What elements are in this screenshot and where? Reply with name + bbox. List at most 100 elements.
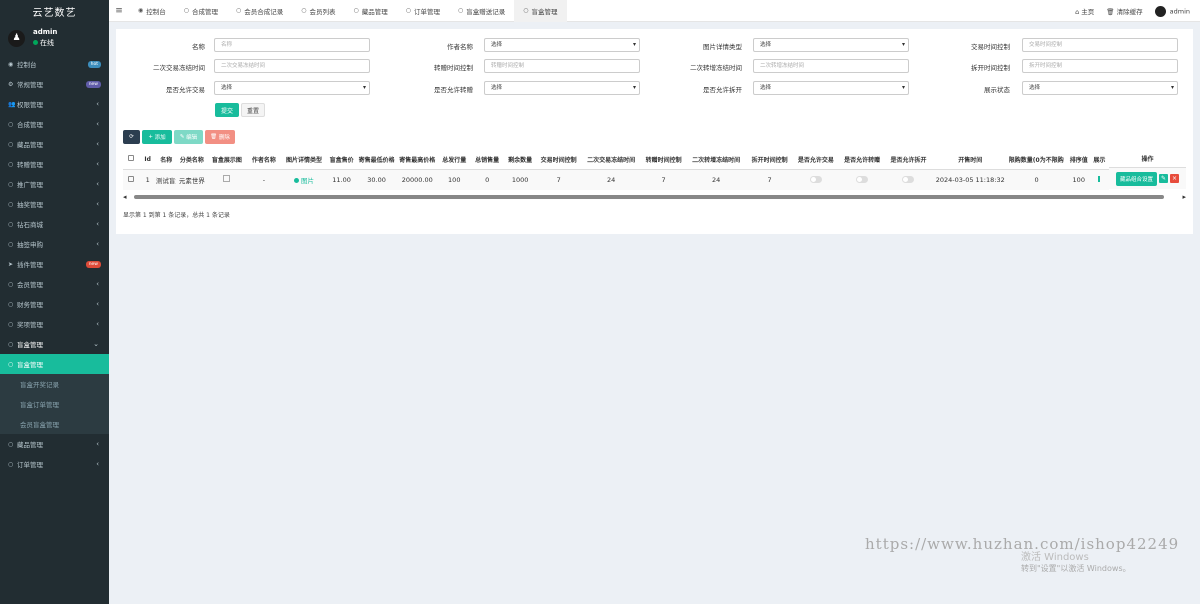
horizontal-scrollbar[interactable]: ◂ ▸ <box>123 193 1186 201</box>
tab[interactable]: ○ 会员列表 <box>292 0 344 22</box>
circle-icon: ○ <box>458 7 464 14</box>
submit-button[interactable]: 提交 <box>215 103 239 117</box>
chevron-icon: ‹ <box>96 240 99 248</box>
sidebar-item[interactable]: ○ 财务管理 ‹ <box>0 294 109 314</box>
user-status: 在线 <box>33 38 57 48</box>
column-header[interactable]: 图片详情类型 <box>281 150 327 170</box>
sidebar-item[interactable]: ➤ 插件管理 new <box>0 254 109 274</box>
column-header[interactable]: 寄售最高价格 <box>396 150 438 170</box>
column-header[interactable]: 是否允许转赠 <box>839 150 886 170</box>
column-header[interactable]: 总发行量 <box>437 150 471 170</box>
clear-cache-link[interactable]: 🗑 清除缓存 <box>1106 6 1142 16</box>
column-header[interactable]: 二次转增冻结时间 <box>685 150 747 170</box>
tab[interactable]: ○ 合成管理 <box>175 0 227 22</box>
tab[interactable]: ○ 订单管理 <box>397 0 449 22</box>
tab[interactable]: ○ 盲盒赠送记录 <box>449 0 514 22</box>
broken-image-icon[interactable] <box>223 175 231 183</box>
sidebar-item[interactable]: ○ 抽签申购 ‹ <box>0 234 109 254</box>
edit-button[interactable]: ✎ 编辑 <box>174 130 203 144</box>
sidebar-item[interactable]: ○ 藏品管理 ‹ <box>0 134 109 154</box>
filter-select[interactable]: 选择 <box>484 81 640 95</box>
delete-button[interactable]: 🗑 删除 <box>205 130 235 144</box>
sidebar-item[interactable]: ⚙ 常规管理 new <box>0 74 109 94</box>
column-header[interactable]: 交易时间控制 <box>536 150 581 170</box>
sidebar-item[interactable]: ○ 合成管理 ‹ <box>0 114 109 134</box>
circle-icon: ○ <box>8 220 14 228</box>
column-header[interactable]: 二次交易冻结时间 <box>580 150 642 170</box>
sidebar-item[interactable]: 👥 权限管理 ‹ <box>0 94 109 114</box>
sidebar-item[interactable]: ○ 转赠管理 ‹ <box>0 154 109 174</box>
sidebar-item[interactable]: 会员盲盒管理 <box>0 414 109 434</box>
circle-icon: ○ <box>8 120 14 128</box>
refresh-button[interactable]: ⟳ <box>123 130 140 144</box>
table-row[interactable]: 1测试盲盒元素世界-图片11.0030.0020000.001000100072… <box>123 169 1186 190</box>
chevron-icon: ‹ <box>96 120 99 128</box>
home-link[interactable]: ⌂ 主页 <box>1075 6 1094 16</box>
filter-input[interactable]: 名称 <box>214 38 370 52</box>
allow-gift-toggle[interactable] <box>856 176 869 184</box>
allow-open-toggle[interactable] <box>902 176 915 184</box>
add-button[interactable]: + 添加 <box>142 130 172 144</box>
sidebar-item[interactable]: ○ 抽奖管理 ‹ <box>0 194 109 214</box>
sidebar-item[interactable]: ○ 订单管理 ‹ <box>0 454 109 474</box>
select-all-checkbox[interactable] <box>128 155 135 162</box>
filter-select[interactable]: 选择 <box>753 81 909 95</box>
scrollbar-thumb[interactable] <box>134 195 1164 199</box>
column-header[interactable]: 拆开时间控制 <box>746 150 793 170</box>
sidebar-item[interactable]: ○ 藏品管理 ‹ <box>0 434 109 454</box>
row-edit-icon[interactable]: ✎ <box>1159 174 1168 183</box>
column-header[interactable]: 分类名称 <box>176 150 208 170</box>
column-header[interactable]: 名称 <box>155 150 177 170</box>
tab[interactable]: ○ 盲盒管理 <box>514 0 567 22</box>
column-header[interactable]: 开售时间 <box>931 150 1009 170</box>
tab[interactable]: ○ 会员合成记录 <box>227 0 292 22</box>
tab[interactable]: ○ 藏品管理 <box>345 0 397 22</box>
column-header[interactable]: 剩余数量 <box>503 150 537 170</box>
sidebar-item[interactable]: ○ 推广管理 ‹ <box>0 174 109 194</box>
sidebar-item[interactable]: ○ 钻石商城 ‹ <box>0 214 109 234</box>
filter-select[interactable]: 选择 <box>1022 81 1178 95</box>
table-cell <box>207 169 247 190</box>
sidebar-item[interactable]: ○ 盲盒管理 ⌄ <box>0 334 109 354</box>
column-header[interactable]: 是否允许拆开 <box>885 150 932 170</box>
table-cell: - <box>246 169 282 190</box>
sidebar-item[interactable]: ○ 盲盒管理 <box>0 354 109 374</box>
allow-trade-toggle[interactable] <box>809 176 822 184</box>
column-header[interactable]: 转赠时间控制 <box>641 150 686 170</box>
user-menu[interactable]: admin <box>1154 5 1190 17</box>
column-header[interactable]: 盲盒展示图 <box>207 150 247 170</box>
column-header[interactable]: 展示 <box>1093 150 1106 170</box>
column-header[interactable]: 限购数量(0为不限购) <box>1008 150 1065 170</box>
filter-input[interactable]: 拆开时间控制 <box>1022 59 1178 73</box>
combo-setting-button[interactable]: 藏品组合设置 <box>1115 171 1157 186</box>
app-logo[interactable]: 云艺数艺 <box>0 0 109 22</box>
scroll-right-icon[interactable]: ▸ <box>1182 193 1186 201</box>
tab[interactable]: ◉ 控制台 <box>129 0 175 22</box>
sidebar-item[interactable]: ○ 奖项管理 ‹ <box>0 314 109 334</box>
column-header[interactable]: 寄售最低价格 <box>356 150 397 170</box>
sidebar-item[interactable]: ◉ 控制台 hot <box>0 54 109 74</box>
activate-windows-hint: 转到"设置"以激活 Windows。 <box>1021 564 1131 573</box>
filter-select[interactable]: 选择 <box>214 81 370 95</box>
filter-input[interactable]: 二次转增冻结时间 <box>753 59 909 73</box>
column-header[interactable]: 盲盒售价 <box>326 150 357 170</box>
filter-input[interactable]: 二次交易冻结时间 <box>214 59 370 73</box>
column-header[interactable]: 是否允许交易 <box>792 150 840 170</box>
row-delete-icon[interactable]: × <box>1170 174 1179 183</box>
sidebar-item[interactable]: 盲盒订单管理 <box>0 394 109 414</box>
column-header[interactable]: 作者名称 <box>246 150 282 170</box>
sidebar-item[interactable]: ○ 会员管理 ‹ <box>0 274 109 294</box>
filter-input[interactable]: 交易时间控制 <box>1022 38 1178 52</box>
column-header[interactable]: 总销售量 <box>470 150 504 170</box>
filter-select[interactable]: 选择 <box>753 38 909 52</box>
filter-input[interactable]: 转赠时间控制 <box>484 59 640 73</box>
hamburger-menu-icon[interactable]: ≡ <box>109 6 129 16</box>
filter-select[interactable]: 选择 <box>484 38 640 52</box>
column-header[interactable]: Id <box>139 150 156 170</box>
reset-button[interactable]: 重置 <box>241 103 265 117</box>
chevron-icon: ‹ <box>96 460 99 468</box>
sidebar-item[interactable]: 盲盒开奖记录 <box>0 374 109 394</box>
row-checkbox[interactable] <box>128 175 135 182</box>
scroll-left-icon[interactable]: ◂ <box>123 193 127 201</box>
column-header[interactable]: 排序值 <box>1064 150 1094 170</box>
